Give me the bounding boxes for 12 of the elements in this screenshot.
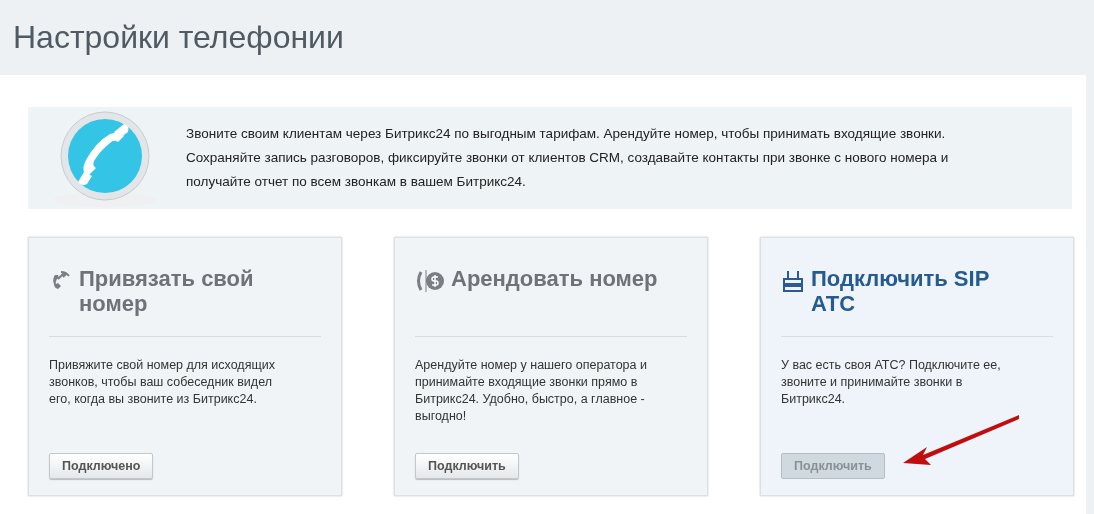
phone-dollar-icon bbox=[415, 269, 445, 293]
card-description: Арендуйте номер у нашего оператора и принимайте входящие звонки прямо в Битрикс24. Удобно, быстро, а главное - выгодно! bbox=[415, 357, 648, 425]
card-title: Привязать свой номер bbox=[79, 266, 255, 316]
connect-button[interactable]: Подключено bbox=[49, 453, 154, 479]
connect-button[interactable]: Подключить bbox=[415, 453, 519, 479]
card-title: Подключить SIP АТС bbox=[811, 266, 990, 316]
intro-text: Звоните своим клиентам через Битрикс24 по выгодным тарифам. Арендуйте номер, чтобы принимать входящие звонки. Сохраняйте запись разговоров, фиксируйте звонки от клиентов CRM, создавайте контакты при звонке с нового номера и получайте отчет по всем звонкам в вашем Битрикс24. bbox=[186, 125, 950, 191]
router-icon bbox=[781, 269, 805, 293]
page-title: Настройки телефонии bbox=[13, 19, 344, 56]
card-title: Арендовать номер bbox=[451, 266, 658, 291]
card-description: У вас есть своя АТС? Подключите ее, звоните и принимайте звонки в Битрикс24. bbox=[781, 357, 1002, 408]
card-description: Привяжите свой номер для исходящих звонков, чтобы ваш собеседник видел его, когда вы звоните из Битрикс24. bbox=[49, 357, 276, 408]
